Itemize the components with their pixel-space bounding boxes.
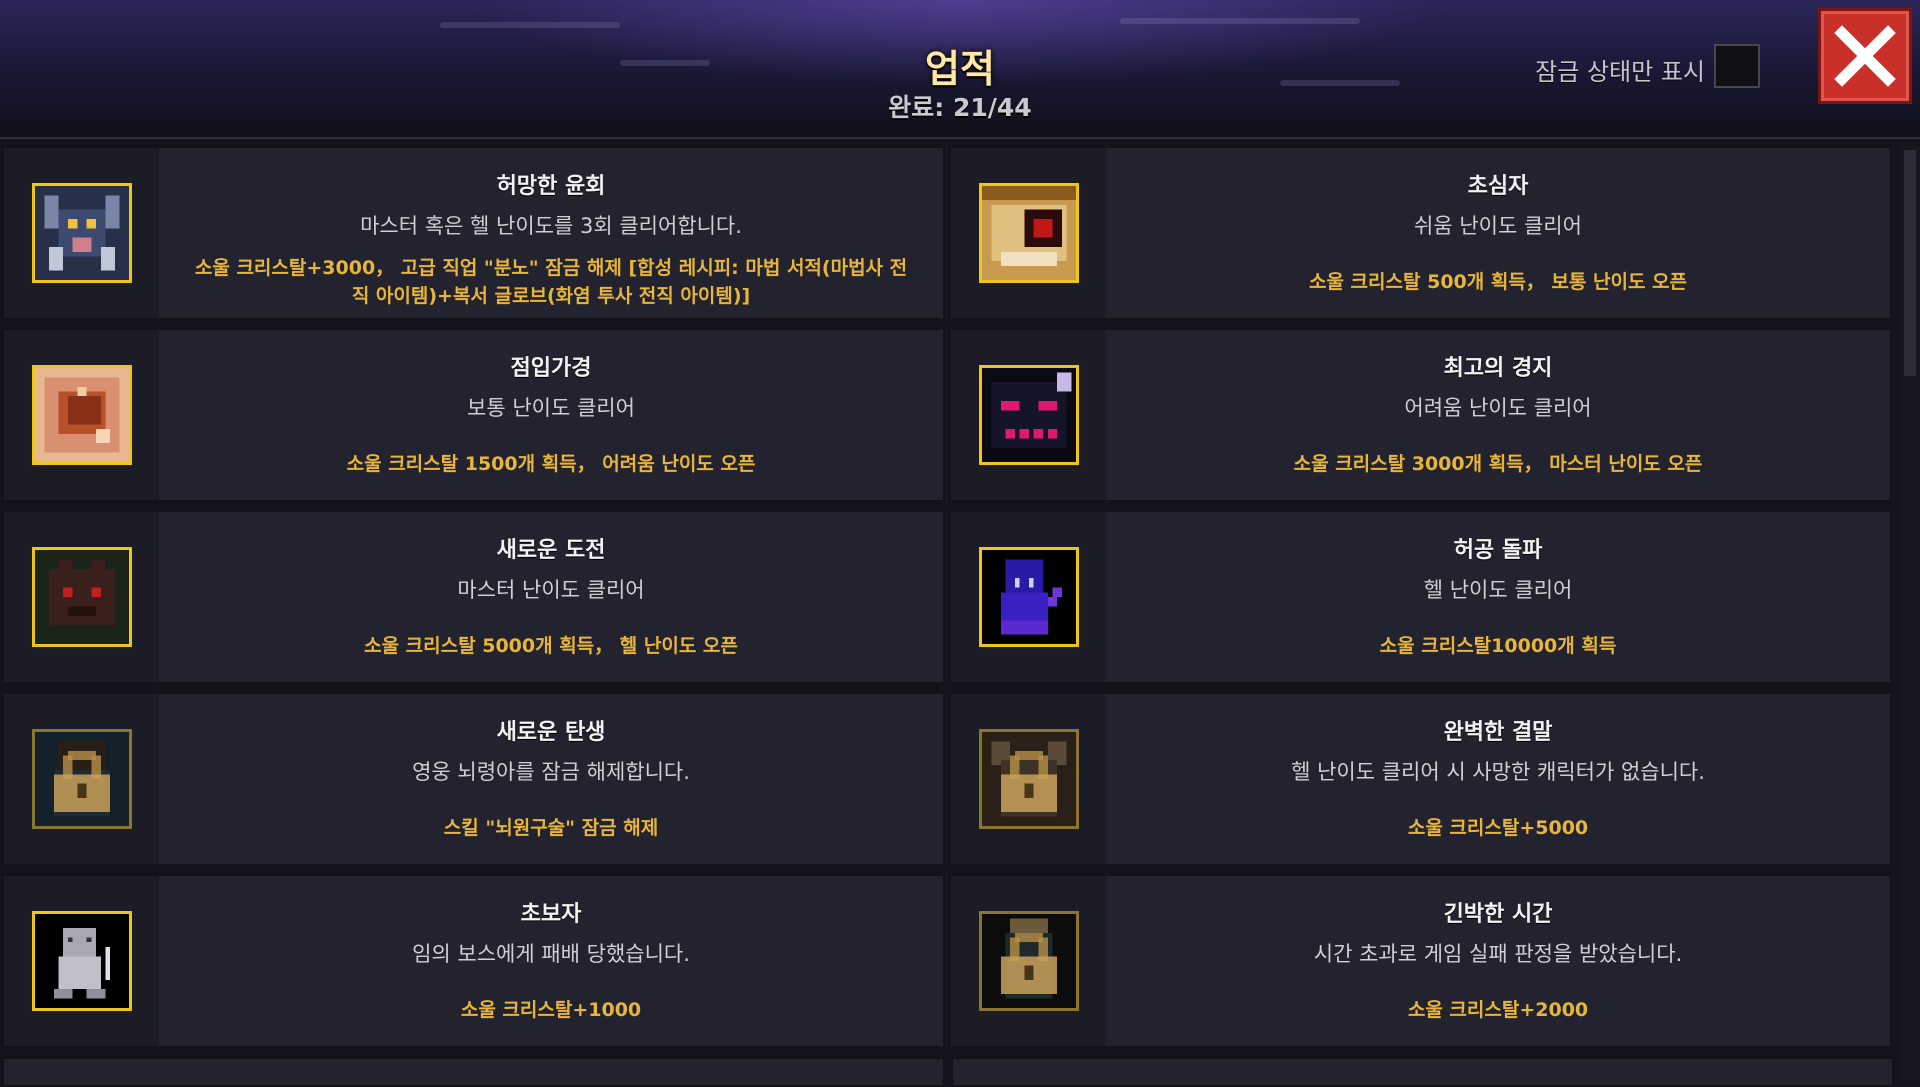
locked-achievement-icon [978,911,1079,1011]
achievement-card: 초보자 임의 보스에게 패배 당했습니다. 소울 크리스탈+1000 [2,874,945,1048]
locked-filter-label: 잠금 상태만 표시 [1535,58,1705,86]
achievement-card: 새로운 도전 마스터 난이도 클리어 소울 크리스탈 5000개 획득， 헬 난… [2,510,945,684]
achievement-description: 마스터 난이도 클리어 [457,578,645,602]
achievement-reward: 소울 크리스탈+2000 [1407,999,1589,1021]
achievement-card: 완벽한 결말 헬 난이도 클리어 시 사망한 캐릭터가 없습니다. 소울 크리스… [949,692,1892,866]
achievement-reward: 소울 크리스탈+1000 [460,999,642,1021]
scrollbar-thumb[interactable] [1904,150,1916,376]
achievement-name: 초심자 [1467,174,1529,199]
achievement-name: 새로운 도전 [496,538,606,563]
achievement-name: 새로운 탄생 [496,720,606,745]
close-icon [1834,25,1896,87]
achievement-card: 허망한 윤회 마스터 혹은 헬 난이도를 3회 클리어합니다. 소울 크리스탈+… [2,146,945,320]
achievement-card: 최고의 경지 어려움 난이도 클리어 소울 크리스탈 3000개 획득， 마스터… [949,328,1892,502]
achievement-card: 초심자 쉬움 난이도 클리어 소울 크리스탈 500개 획득， 보통 난이도 오… [949,146,1892,320]
achievement-reward: 소울 크리스탈 1500개 획득， 어려움 난이도 오픈 [346,453,756,475]
achievement-list[interactable]: 허망한 윤회 마스터 혹은 헬 난이도를 3회 클리어합니다. 소울 크리스탈+… [0,146,1900,1080]
dark-beast-icon [31,547,132,647]
close-button[interactable] [1818,8,1912,104]
shadow-demon-icon [978,365,1079,465]
horned-demon-icon [31,183,132,283]
achievement-description: 임의 보스에게 패배 당했습니다. [412,942,690,966]
achievement-reward: 소울 크리스탈 500개 획득， 보통 난이도 오픈 [1308,271,1688,293]
achievement-card: 긴박한 시간 시간 초과로 게임 실패 판정을 받았습니다. 소울 크리스탈+2… [949,874,1892,1048]
achievement-card-partial [951,1057,1894,1087]
locked-achievement-icon [31,729,132,829]
achievement-description: 영웅 뇌령아를 잠금 해제합니다. [412,760,690,784]
achievement-name: 초보자 [520,902,582,927]
achievement-description: 쉬움 난이도 클리어 [1414,214,1582,238]
locked-achievement-icon [978,729,1079,829]
achievement-description: 시간 초과로 게임 실패 판정을 받았습니다. [1313,942,1683,966]
achievement-name: 긴박한 시간 [1443,902,1553,927]
achievement-description: 마스터 혹은 헬 난이도를 3회 클리어합니다. [360,214,742,238]
achievement-name: 완벽한 결말 [1443,720,1553,745]
flame-claw-icon [31,365,132,465]
achievement-description: 헬 난이도 클리어 [1423,578,1573,602]
grey-knight-icon [31,911,132,1011]
achievement-reward: 소울 크리스탈+3000， 고급 직업 "분노" 잠금 해제 [합성 레시피: … [194,257,908,307]
achievement-card: 점입가경 보통 난이도 클리어 소울 크리스탈 1500개 획득， 어려움 난이… [2,328,945,502]
achievement-name: 최고의 경지 [1443,356,1553,381]
achievement-description: 헬 난이도 클리어 시 사망한 캐릭터가 없습니다. [1291,760,1705,784]
red-eye-beast-icon [978,183,1079,283]
scrollbar[interactable] [1900,146,1920,1080]
achievement-card: 허공 돌파 헬 난이도 클리어 소울 크리스탈10000개 획득 [949,510,1892,684]
achievement-card: 새로운 탄생 영웅 뇌령아를 잠금 해제합니다. 스킬 "뇌원구술" 잠금 해제 [2,692,945,866]
achievement-reward: 스킬 "뇌원구술" 잠금 해제 [443,817,659,839]
achievement-reward: 소울 크리스탈 5000개 획득， 헬 난이도 오픈 [364,635,738,657]
achievement-card-partial [2,1057,945,1087]
achievement-name: 허공 돌파 [1453,538,1543,563]
achievement-name: 허망한 윤회 [496,174,606,199]
achievement-name: 점입가경 [510,356,592,381]
completion-count: 완료: 21/44 [888,93,1032,122]
achievement-description: 보통 난이도 클리어 [467,396,635,420]
achievement-reward: 소울 크리스탈10000개 획득 [1379,635,1617,657]
locked-filter-checkbox[interactable] [1714,44,1760,88]
achievement-reward: 소울 크리스탈+5000 [1407,817,1589,839]
achievement-description: 어려움 난이도 클리어 [1404,396,1592,420]
void-spirit-icon [978,547,1079,647]
achievement-reward: 소울 크리스탈 3000개 획득， 마스터 난이도 오픈 [1293,453,1703,475]
